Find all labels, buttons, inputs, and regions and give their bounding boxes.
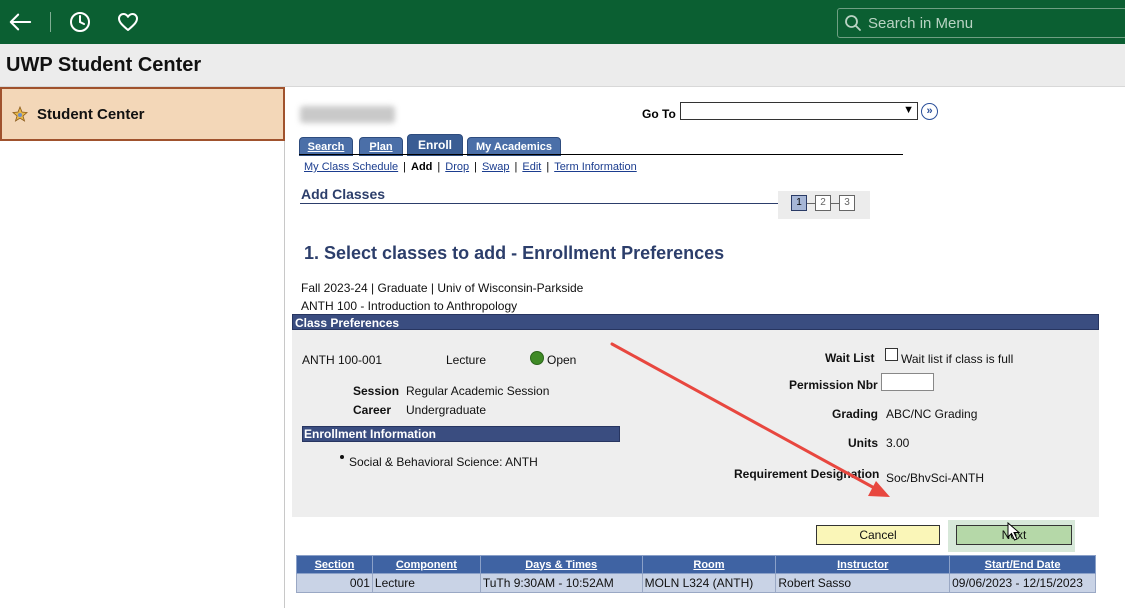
tab-underline xyxy=(299,154,903,155)
goto-label: Go To xyxy=(642,107,676,121)
grading-value: ABC/NC Grading xyxy=(886,407,978,421)
step-3: 3 xyxy=(839,195,855,211)
heart-icon[interactable] xyxy=(116,10,140,34)
class-preferences-header: Class Preferences xyxy=(292,314,1099,330)
term-line: Fall 2023-24 | Graduate | Univ of Wiscon… xyxy=(301,281,584,295)
goto-button[interactable]: » xyxy=(921,103,938,120)
tab-plan-label: Plan xyxy=(369,141,393,153)
enrollment-info-item: Social & Behavioral Science: ANTH xyxy=(349,455,538,469)
table-row: 001 Lecture TuTh 9:30AM - 10:52AM MOLN L… xyxy=(296,573,1096,593)
goto-select[interactable]: ▼ xyxy=(680,102,918,120)
enrollment-information-header: Enrollment Information xyxy=(302,426,620,442)
cell-days-times: TuTh 9:30AM - 10:52AM xyxy=(479,573,643,593)
column-header-component[interactable]: Component xyxy=(371,555,481,574)
cell-section: 001 xyxy=(296,573,373,593)
step-1: 1 xyxy=(791,195,807,211)
session-label: Session xyxy=(353,384,400,398)
list-bullet xyxy=(340,455,344,459)
class-status: Open xyxy=(547,353,577,367)
requirement-value: Soc/BhvSci-ANTH xyxy=(886,471,985,485)
grading-label: Grading xyxy=(832,407,879,421)
sidebar-item-student-center[interactable]: Student Center xyxy=(0,87,285,141)
back-arrow-icon[interactable] xyxy=(8,10,32,34)
column-header-start-end-date[interactable]: Start/End Date xyxy=(949,555,1096,574)
wait-list-checkbox[interactable] xyxy=(885,348,898,361)
cancel-button[interactable]: Cancel xyxy=(816,525,940,545)
step-connector xyxy=(807,203,815,204)
page-title-underline xyxy=(300,203,780,204)
chevron-down-icon: ▼ xyxy=(903,104,914,116)
class-sections-table: Section Component Days & Times Room Inst… xyxy=(296,555,1096,593)
column-header-room[interactable]: Room xyxy=(641,555,777,574)
mouse-cursor-icon xyxy=(1007,522,1021,541)
step-indicator: 1 2 3 xyxy=(778,191,870,219)
permission-label: Permission Nbr xyxy=(789,378,878,392)
session-value: Regular Academic Session xyxy=(406,384,550,398)
tab-enroll[interactable]: Enroll xyxy=(407,134,463,156)
top-navigation-bar: Search in Menu xyxy=(0,0,1125,44)
tab-search-label: Search xyxy=(307,141,345,153)
column-header-instructor[interactable]: Instructor xyxy=(775,555,951,574)
student-center-icon xyxy=(12,105,28,122)
class-component: Lecture xyxy=(446,353,487,367)
toolbar-divider xyxy=(50,12,51,32)
career-value: Undergraduate xyxy=(406,403,487,417)
requirement-label: Requirement Designation xyxy=(734,467,880,481)
units-value: 3.00 xyxy=(886,436,910,450)
open-status-icon xyxy=(530,351,544,365)
search-placeholder: Search in Menu xyxy=(868,15,974,32)
app-title: UWP Student Center xyxy=(6,54,202,76)
enrollment-heading: 1. Select classes to add - Enrollment Pr… xyxy=(304,243,725,263)
page-title: Add Classes xyxy=(301,186,386,202)
cell-start-end-date: 09/06/2023 - 12/15/2023 xyxy=(949,573,1096,593)
cell-instructor: Robert Sasso xyxy=(775,573,951,593)
wait-list-checkbox-label: Wait list if class is full xyxy=(901,352,1014,366)
column-header-days-times[interactable]: Days & Times xyxy=(479,555,643,574)
cell-component: Lecture xyxy=(371,573,481,593)
wait-list-label: Wait List xyxy=(825,351,875,365)
class-id: ANTH 100-001 xyxy=(302,353,383,367)
units-label: Units xyxy=(848,436,878,450)
permission-number-input[interactable] xyxy=(881,373,934,391)
student-name-redacted xyxy=(300,106,395,123)
enroll-subnav: My Class Schedule | Add | Drop | Swap | Edit | Ter… xyxy=(304,161,637,173)
tab-enroll-label: Enroll xyxy=(417,138,452,152)
app-title-bar: UWP Student Center xyxy=(0,44,1125,87)
cell-room: MOLN L324 (ANTH) xyxy=(641,573,777,593)
subnav-drop[interactable]: Drop xyxy=(445,161,469,173)
menu-search-input[interactable]: Search in Menu xyxy=(837,8,1125,38)
subnav-edit[interactable]: Edit xyxy=(522,161,541,173)
career-label: Career xyxy=(353,403,392,417)
subnav-my-class-schedule[interactable]: My Class Schedule xyxy=(304,161,398,173)
table-header-row: Section Component Days & Times Room Inst… xyxy=(296,555,1096,574)
sidebar: Student Center xyxy=(0,87,285,608)
subnav-term-information[interactable]: Term Information xyxy=(554,161,637,173)
class-preferences-panel: Class Preferences ANTH 100-001 Lecture O… xyxy=(292,314,1099,517)
tab-my-academics-label: My Academics xyxy=(475,141,553,153)
sidebar-item-label: Student Center xyxy=(37,106,145,123)
subnav-add-current: Add xyxy=(411,161,433,173)
column-header-section[interactable]: Section xyxy=(296,555,373,574)
step-connector xyxy=(831,203,839,204)
step-2: 2 xyxy=(815,195,831,211)
subnav-swap[interactable]: Swap xyxy=(482,161,510,173)
clock-icon[interactable] xyxy=(68,10,92,34)
course-line: ANTH 100 - Introduction to Anthropology xyxy=(301,299,518,313)
search-icon xyxy=(845,15,861,31)
main-content: Go To ▼ » Search Plan Enroll My Academic… xyxy=(285,88,1125,608)
